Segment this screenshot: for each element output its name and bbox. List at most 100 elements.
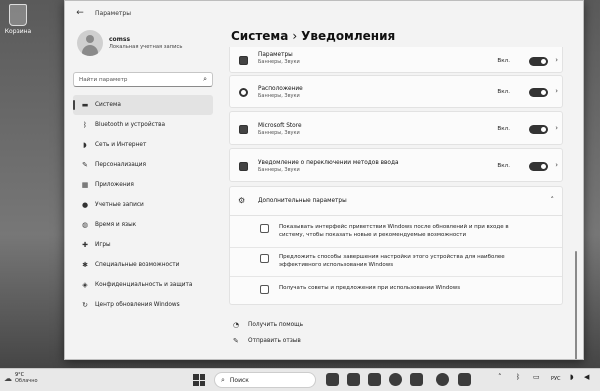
sidebar-item-bluetooth[interactable]: ᛒ Bluetooth и устройства: [73, 115, 213, 135]
sidebar-item-system[interactable]: ▬ Система: [73, 95, 213, 115]
app-notification-row[interactable]: Microsoft Store Баннеры, Звуки Вкл. ›: [229, 111, 563, 145]
get-help-link[interactable]: ◔ Получить помощь: [233, 321, 303, 329]
checkbox[interactable]: [260, 254, 269, 263]
weather-condition: Облачно: [15, 378, 38, 384]
task-view-icon[interactable]: [326, 373, 339, 386]
account-type: Локальная учетная запись: [109, 44, 183, 50]
store-icon[interactable]: [410, 373, 423, 386]
sidebar-item-apps[interactable]: ▦ Приложения: [73, 175, 213, 195]
settings-list: Параметры Баннеры, Звуки Вкл. › Располож…: [229, 47, 563, 359]
send-feedback-link[interactable]: ✎ Отправить отзыв: [233, 337, 301, 345]
taskbar-search-label: Поиск: [229, 376, 249, 384]
main-content: Система › Уведомления Параметры Баннеры, З…: [225, 25, 583, 359]
send-feedback-label: Отправить отзыв: [248, 338, 301, 344]
toggle-state-label: Вкл.: [497, 58, 510, 64]
checkbox-label: Показывать интерфейс приветствия Windows…: [279, 224, 509, 238]
checkbox[interactable]: [260, 224, 269, 233]
widgets-icon[interactable]: [347, 373, 360, 386]
sidebar-item-label: Центр обновления Windows: [95, 302, 180, 308]
gears-icon: ⚙: [238, 196, 246, 205]
chevron-right-icon[interactable]: ›: [555, 87, 558, 95]
notification-toggle[interactable]: [529, 162, 548, 171]
search-placeholder: Найти параметр: [79, 76, 128, 83]
sidebar-item-label: Сеть и Интернет: [95, 142, 147, 148]
sidebar-item-privacy[interactable]: ◈ Конфиденциальность и защита: [73, 275, 213, 295]
sidebar-item-network[interactable]: ◗ Сеть и Интернет: [73, 135, 213, 155]
recycle-bin-icon: [9, 4, 27, 26]
bluetooth-icon[interactable]: ᛒ: [516, 373, 520, 381]
advanced-settings-header[interactable]: ⚙ Дополнительные параметры ˄: [229, 186, 563, 216]
sidebar-item-personalization[interactable]: ✎ Персонализация: [73, 155, 213, 175]
chevron-up-icon[interactable]: ˄: [498, 373, 502, 381]
input-language[interactable]: РУС: [551, 376, 561, 382]
toggle-state-label: Вкл.: [497, 126, 510, 132]
person-icon: ●: [81, 201, 89, 209]
app-notification-row[interactable]: Уведомление о переключении методов ввода…: [229, 148, 563, 182]
apps-icon: ▦: [81, 181, 89, 189]
display-icon: ▬: [81, 101, 89, 109]
app-subtitle: Баннеры, Звуки: [258, 130, 300, 136]
app-subtitle: Баннеры, Звуки: [258, 93, 300, 99]
app-subtitle: Баннеры, Звуки: [258, 167, 300, 173]
file-explorer-icon[interactable]: [368, 373, 381, 386]
notification-toggle[interactable]: [529, 57, 548, 66]
taskbar-search[interactable]: ⌕ Поиск: [214, 372, 316, 388]
checkbox-option[interactable]: Показывать интерфейс приветствия Windows…: [260, 223, 509, 239]
sidebar-item-label: Время и язык: [95, 222, 137, 228]
get-help-label: Получить помощь: [248, 322, 304, 328]
wifi-icon[interactable]: ◗: [570, 373, 574, 381]
edge-icon[interactable]: [389, 373, 402, 386]
chevron-right-icon[interactable]: ›: [555, 161, 558, 169]
notification-toggle[interactable]: [529, 125, 548, 134]
keyboard-icon: [239, 162, 248, 171]
chevron-up-icon[interactable]: ˄: [551, 196, 555, 204]
user-profile[interactable]: comss Локальная учетная запись: [65, 25, 221, 61]
back-arrow-icon[interactable]: ←: [69, 2, 91, 24]
bluetooth-icon: ᛒ: [82, 121, 88, 129]
sidebar-item-gaming[interactable]: ✚ Игры: [73, 235, 213, 255]
chevron-right-icon[interactable]: ›: [555, 56, 558, 64]
sidebar: comss Локальная учетная запись Найти пар…: [65, 25, 221, 359]
app-icon[interactable]: [458, 373, 471, 386]
divider: [230, 247, 562, 248]
user-name: comss: [109, 36, 131, 43]
breadcrumb-parent[interactable]: Система: [231, 29, 288, 43]
app-notification-row[interactable]: Параметры Баннеры, Звуки Вкл. ›: [229, 47, 563, 73]
checkbox-label: Предложить способы завершения настройки …: [279, 254, 505, 268]
search-input[interactable]: Найти параметр ⌕: [73, 72, 213, 87]
brush-icon: ✎: [82, 161, 88, 169]
checkbox-label: Получать советы и предложения при исполь…: [279, 285, 461, 291]
chevron-right-icon[interactable]: ›: [555, 124, 558, 132]
sidebar-item-label: Bluetooth и устройства: [95, 122, 166, 128]
recycle-bin-label: Корзина: [4, 28, 32, 35]
page-title: Уведомления: [301, 29, 396, 43]
checkbox[interactable]: [260, 285, 269, 294]
notification-toggle[interactable]: [529, 88, 548, 97]
location-icon: [239, 88, 248, 97]
sidebar-item-windows-update[interactable]: ↻ Центр обновления Windows: [73, 295, 213, 315]
sidebar-item-label: Конфиденциальность и защита: [95, 282, 193, 288]
accessibility-icon: ✱: [82, 261, 88, 269]
sidebar-item-label: Персонализация: [95, 162, 146, 168]
search-icon: ⌕: [203, 75, 207, 83]
network-icon[interactable]: ▭: [533, 373, 540, 381]
app-notification-row[interactable]: Расположение Баннеры, Звуки Вкл. ›: [229, 75, 563, 108]
settings-icon[interactable]: [436, 373, 449, 386]
start-button[interactable]: [193, 374, 205, 386]
sidebar-item-accessibility[interactable]: ✱ Специальные возможности: [73, 255, 213, 275]
checkbox-option[interactable]: Получать советы и предложения при исполь…: [260, 284, 509, 294]
sidebar-item-label: Учетные записи: [95, 202, 144, 208]
volume-icon[interactable]: ◀: [584, 373, 589, 381]
gamepad-icon: ✚: [82, 241, 88, 249]
sidebar-item-time-language[interactable]: ◍ Время и язык: [73, 215, 213, 235]
weather-widget[interactable]: ☁ 9°C Облачно: [4, 372, 38, 384]
sidebar-item-accounts[interactable]: ● Учетные записи: [73, 195, 213, 215]
scrollbar[interactable]: [575, 251, 577, 359]
app-title: Расположение: [258, 86, 303, 92]
checkbox-option[interactable]: Предложить способы завершения настройки …: [260, 253, 509, 269]
globe-clock-icon: ◍: [81, 221, 89, 229]
settings-window: ← Параметры comss Локальная учетная запи…: [64, 0, 584, 360]
app-title: Microsoft Store: [258, 123, 302, 129]
recycle-bin[interactable]: Корзина: [4, 4, 32, 35]
app-title: Параметры: [258, 52, 293, 58]
